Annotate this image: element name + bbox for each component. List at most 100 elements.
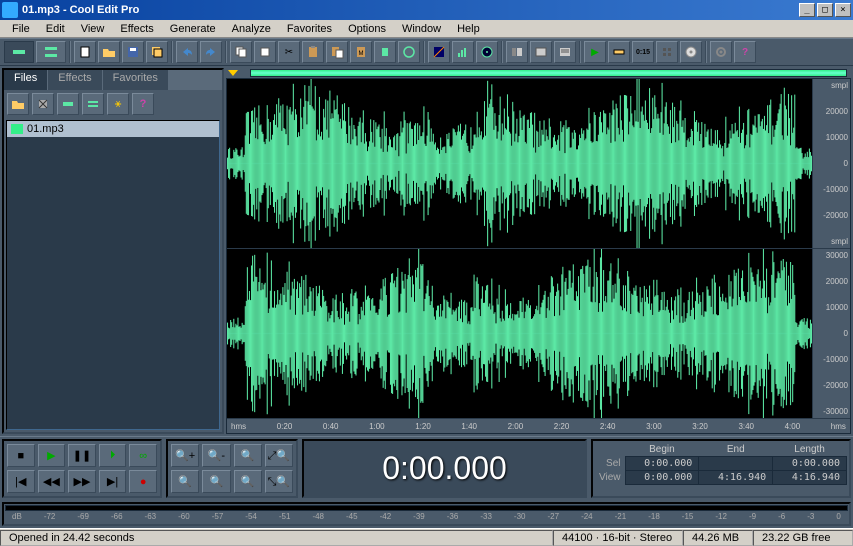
waveform-area: smpl20000100000-10000-20000smpl 30000200… bbox=[226, 68, 851, 434]
menu-window[interactable]: Window bbox=[394, 22, 449, 36]
mix-paste-button[interactable]: M bbox=[350, 41, 372, 63]
toggle-left-panel-button[interactable] bbox=[506, 41, 528, 63]
sel-length-value[interactable]: 0:00.000 bbox=[773, 457, 847, 471]
phase-analysis-button[interactable] bbox=[476, 41, 498, 63]
row-view-label: View bbox=[595, 471, 625, 485]
settings-button[interactable] bbox=[710, 41, 732, 63]
copy-new-button[interactable] bbox=[254, 41, 276, 63]
menu-generate[interactable]: Generate bbox=[162, 22, 224, 36]
minimize-button[interactable]: _ bbox=[799, 3, 815, 17]
waveform-left-channel[interactable]: smpl20000100000-10000-20000smpl bbox=[227, 79, 850, 249]
cd-button[interactable] bbox=[680, 41, 702, 63]
properties-button[interactable] bbox=[530, 41, 552, 63]
timeline-ruler[interactable]: hms0:200:401:001:201:402:002:202:403:003… bbox=[227, 419, 850, 433]
files-insert-button[interactable] bbox=[57, 93, 79, 115]
files-edit-button[interactable] bbox=[82, 93, 104, 115]
amplitude-scale-right: 3000020000100000-10000-20000-30000 bbox=[812, 249, 850, 418]
app-icon bbox=[2, 2, 18, 18]
menu-options[interactable]: Options bbox=[340, 22, 394, 36]
copy-button[interactable] bbox=[230, 41, 252, 63]
freq-analysis-button[interactable] bbox=[452, 41, 474, 63]
status-message: Opened in 24.42 seconds bbox=[0, 530, 553, 546]
open-button[interactable] bbox=[98, 41, 120, 63]
transport-controls: ■ ▶ ❚❚ ⏵ ∞ |◀ ◀◀ ▶▶ ▶| ● bbox=[2, 439, 162, 498]
zoom-in-horiz-button[interactable]: 🔍+ bbox=[171, 444, 199, 467]
files-options-button[interactable]: ⚹ bbox=[107, 93, 129, 115]
edit-view-toggle[interactable] bbox=[4, 41, 34, 63]
overview-range[interactable] bbox=[250, 69, 847, 77]
cut-button[interactable]: ✂ bbox=[278, 41, 300, 63]
menu-file[interactable]: File bbox=[4, 22, 38, 36]
zoom-in-right-button[interactable]: 🔍 bbox=[202, 470, 230, 493]
waveform-right-channel[interactable]: 3000020000100000-10000-20000-30000 bbox=[227, 249, 850, 419]
stop-button[interactable]: ■ bbox=[7, 444, 35, 467]
tab-files[interactable]: Files bbox=[4, 70, 48, 90]
zoom-selection-button[interactable]: ⤢🔍 bbox=[265, 444, 293, 467]
zoom-full-button[interactable]: 🔍 bbox=[234, 444, 262, 467]
forward-button[interactable]: ▶▶ bbox=[68, 470, 96, 493]
level-meter[interactable]: dB-72-69-66-63-60-57-54-51-48-45-42-39-3… bbox=[2, 502, 851, 526]
col-length: Length bbox=[773, 443, 847, 457]
go-start-button[interactable]: |◀ bbox=[7, 470, 35, 493]
zoom-prev-button[interactable]: 🔍 bbox=[234, 470, 262, 493]
left-panel: Files Effects Favorites ⚹ ? 01.mp3 bbox=[2, 68, 224, 434]
play-clip-button[interactable]: ▶ bbox=[584, 41, 606, 63]
cue-list-button[interactable] bbox=[554, 41, 576, 63]
play-loop-button[interactable]: ∞ bbox=[129, 444, 157, 467]
redo-button[interactable] bbox=[200, 41, 222, 63]
files-open-button[interactable] bbox=[7, 93, 29, 115]
menu-analyze[interactable]: Analyze bbox=[224, 22, 279, 36]
sel-begin-value[interactable]: 0:00.000 bbox=[625, 457, 699, 471]
record-button[interactable]: ● bbox=[129, 470, 157, 493]
ruler-toggle-button[interactable] bbox=[608, 41, 630, 63]
files-help-button[interactable]: ? bbox=[132, 93, 154, 115]
view-begin-value[interactable]: 0:00.000 bbox=[625, 471, 699, 485]
go-end-button[interactable]: ▶| bbox=[99, 470, 127, 493]
multitrack-view-toggle[interactable] bbox=[36, 41, 66, 63]
zoom-in-left-button[interactable]: 🔍 bbox=[171, 470, 199, 493]
pause-button[interactable]: ❚❚ bbox=[68, 444, 96, 467]
close-button[interactable]: × bbox=[835, 3, 851, 17]
zoom-vert-button[interactable]: ⤡🔍 bbox=[265, 470, 293, 493]
row-sel-label: Sel bbox=[595, 457, 625, 471]
overview-bar[interactable] bbox=[226, 68, 851, 78]
tab-favorites[interactable]: Favorites bbox=[103, 70, 169, 90]
undo-button[interactable] bbox=[176, 41, 198, 63]
window-titlebar: 01.mp3 - Cool Edit Pro _ □ × bbox=[0, 0, 853, 20]
file-list[interactable]: 01.mp3 bbox=[6, 120, 220, 430]
paste-button[interactable] bbox=[302, 41, 324, 63]
snapping-button[interactable] bbox=[656, 41, 678, 63]
spectral-button[interactable] bbox=[428, 41, 450, 63]
file-item[interactable]: 01.mp3 bbox=[7, 121, 219, 137]
menu-edit[interactable]: Edit bbox=[38, 22, 73, 36]
zoom-out-horiz-button[interactable]: 🔍- bbox=[202, 444, 230, 467]
batch-button[interactable] bbox=[146, 41, 168, 63]
sel-end-value[interactable] bbox=[699, 457, 773, 471]
maximize-button[interactable]: □ bbox=[817, 3, 833, 17]
convert-button[interactable] bbox=[398, 41, 420, 63]
status-size: 44.26 MB bbox=[683, 530, 753, 546]
view-length-value[interactable]: 4:16.940 bbox=[773, 471, 847, 485]
save-button[interactable] bbox=[122, 41, 144, 63]
amplitude-scale-left: smpl20000100000-10000-20000smpl bbox=[812, 79, 850, 248]
play-button[interactable]: ▶ bbox=[38, 444, 66, 467]
new-button[interactable] bbox=[74, 41, 96, 63]
menu-effects[interactable]: Effects bbox=[112, 22, 161, 36]
play-to-end-button[interactable]: ⏵ bbox=[99, 444, 127, 467]
left-panel-tabs: Files Effects Favorites bbox=[4, 70, 222, 90]
menu-favorites[interactable]: Favorites bbox=[279, 22, 340, 36]
menu-view[interactable]: View bbox=[73, 22, 113, 36]
view-end-value[interactable]: 4:16.940 bbox=[699, 471, 773, 485]
time-format-button[interactable]: 0:15 bbox=[632, 41, 654, 63]
controls-row: ■ ▶ ❚❚ ⏵ ∞ |◀ ◀◀ ▶▶ ▶| ● 🔍+ 🔍- 🔍 ⤢🔍 🔍 🔍 … bbox=[0, 436, 853, 500]
help-button[interactable]: ? bbox=[734, 41, 756, 63]
menu-bar: File Edit View Effects Generate Analyze … bbox=[0, 20, 853, 38]
audio-file-icon bbox=[11, 124, 23, 134]
trim-button[interactable] bbox=[374, 41, 396, 63]
tab-effects[interactable]: Effects bbox=[48, 70, 102, 90]
paste-new-button[interactable] bbox=[326, 41, 348, 63]
menu-help[interactable]: Help bbox=[449, 22, 488, 36]
files-close-button[interactable] bbox=[32, 93, 54, 115]
time-display[interactable]: 0:00.000 bbox=[302, 439, 587, 498]
rewind-button[interactable]: ◀◀ bbox=[38, 470, 66, 493]
